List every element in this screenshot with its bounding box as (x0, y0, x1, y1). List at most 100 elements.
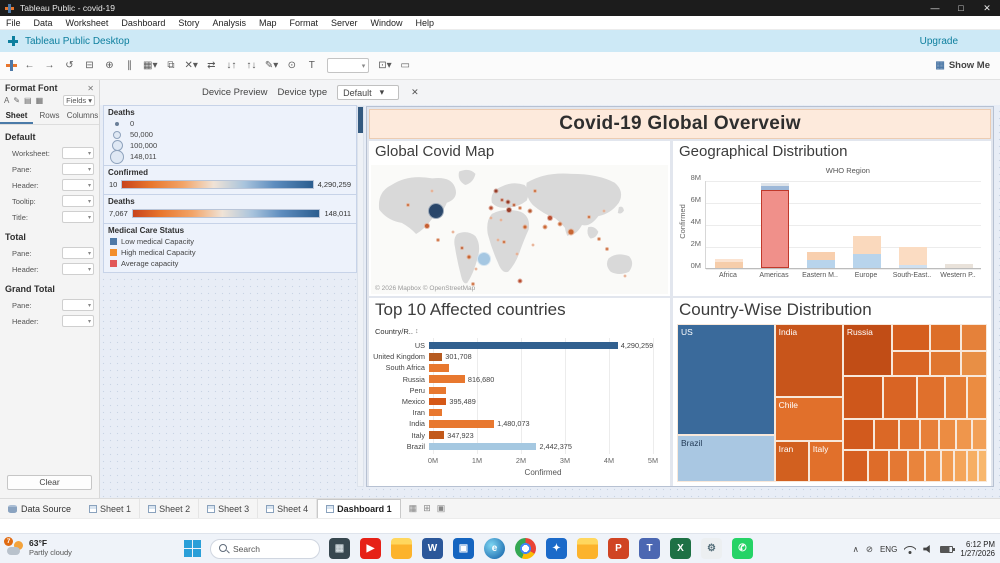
undo-icon[interactable]: ↺ (61, 57, 78, 75)
clear-sheet-icon[interactable]: ✕▾ (182, 57, 199, 75)
top10-row-united-kingdom[interactable]: United Kingdom 301,708 (369, 351, 667, 362)
menu-item-map[interactable]: Map (259, 18, 277, 28)
map-dot[interactable] (602, 209, 606, 213)
medical-legend-item[interactable]: High medical Capacity (108, 247, 352, 258)
scrollbar-thumb[interactable] (358, 107, 363, 133)
map-dot[interactable] (489, 216, 493, 220)
size-legend-item[interactable]: 50,000 (108, 129, 352, 140)
world-map[interactable]: © 2026 Mapbox © OpenStreetMap (371, 165, 668, 294)
format-row-dropdown[interactable]: ▾ (62, 263, 94, 275)
taskbar-app-maps-app[interactable]: ✦ (546, 538, 567, 559)
taskbar-app-teams[interactable]: T (639, 538, 660, 559)
geo-bar-segment[interactable] (899, 265, 927, 268)
menu-item-help[interactable]: Help (416, 18, 435, 28)
treemap-cell[interactable] (925, 450, 941, 482)
confirmed-gradient-bar[interactable] (121, 180, 314, 189)
menu-item-window[interactable]: Window (371, 18, 403, 28)
map-dot[interactable] (515, 252, 519, 256)
font-icon[interactable]: A (4, 96, 9, 105)
new-worksheet-icon[interactable]: ▦▾ (141, 57, 159, 75)
treemap-cell[interactable] (842, 376, 884, 419)
map-dot[interactable] (476, 252, 491, 267)
taskbar-app-excel[interactable]: X (670, 538, 691, 559)
tab-sheet-1[interactable]: Sheet 1 (81, 498, 141, 519)
map-dot[interactable] (557, 221, 563, 227)
map-dot[interactable] (547, 214, 554, 221)
treemap-cell[interactable] (956, 418, 972, 451)
treemap-cell[interactable] (889, 450, 908, 482)
borders-icon[interactable]: ▦ (36, 96, 44, 105)
forward-icon[interactable]: → (41, 57, 58, 75)
treemap-cell[interactable] (960, 350, 987, 377)
treemap-cell[interactable] (898, 418, 921, 451)
treemap-cell-italy[interactable]: Italy (808, 440, 843, 482)
treemap-cell[interactable] (954, 450, 967, 482)
top10-row-mexico[interactable]: Mexico 395,489 (369, 396, 667, 407)
upgrade-link[interactable]: Upgrade (920, 36, 958, 47)
top10-row-iran[interactable]: Iran (369, 407, 667, 418)
map-dot[interactable] (459, 245, 464, 250)
highlight-icon[interactable]: ✎▾ (263, 57, 280, 75)
top10-row-india[interactable]: India 1,480,073 (369, 418, 667, 429)
treemap-cell[interactable] (873, 418, 899, 451)
map-dot[interactable] (531, 243, 535, 247)
treemap-cell[interactable] (842, 418, 874, 451)
top10-row-brazil[interactable]: Brazil 2,442,375 (369, 441, 667, 452)
treemap-cell[interactable] (971, 418, 987, 451)
show-labels-icon[interactable]: T (303, 57, 320, 75)
menu-item-analysis[interactable]: Analysis (212, 18, 246, 28)
device-type-select[interactable]: Default ▾ (337, 85, 400, 100)
geo-bar-southeast[interactable] (890, 181, 936, 268)
geo-bar-africa[interactable] (706, 181, 752, 268)
menu-item-dashboard[interactable]: Dashboard (121, 18, 165, 28)
geo-bar-segment[interactable] (853, 253, 881, 268)
format-tab-sheet[interactable]: Sheet (0, 109, 33, 124)
minimize-button[interactable]: — (922, 0, 948, 16)
top10-column-header[interactable]: Country/R.. ↕ (375, 327, 418, 336)
new-dashboard-button[interactable]: ⊞ (423, 503, 431, 514)
taskbar-app-photos-app[interactable]: ▣ (453, 538, 474, 559)
treemap-cell[interactable] (966, 376, 987, 419)
map-dot[interactable] (506, 207, 513, 214)
pause-updates-icon[interactable]: ∥ (121, 57, 138, 75)
map-dot[interactable] (499, 218, 503, 222)
taskbar-app-word[interactable]: W (422, 538, 443, 559)
format-row-dropdown[interactable]: ▾ (62, 147, 94, 159)
treemap-cell-us[interactable]: US (677, 324, 775, 435)
treemap-cell[interactable] (977, 450, 987, 482)
taskbar-app-capture-app[interactable]: ▦ (329, 538, 350, 559)
treemap-cell-chile[interactable]: Chile (774, 396, 843, 441)
taskbar-app-downloads-folder[interactable] (391, 538, 412, 559)
top10-bar[interactable] (429, 442, 537, 451)
group-members-icon[interactable]: ⊙ (283, 57, 300, 75)
geo-bar-segment[interactable] (807, 251, 835, 260)
treemap-cell[interactable] (842, 450, 868, 482)
presentation-mode-icon[interactable]: ▭ (397, 57, 414, 75)
top10-bar[interactable] (429, 386, 446, 395)
map-dot[interactable] (406, 202, 411, 207)
tray-expand-icon[interactable]: ∧ (853, 544, 859, 555)
treemap-cell[interactable] (929, 350, 961, 377)
tableau-home-icon[interactable] (6, 60, 17, 71)
top10-bar[interactable] (429, 353, 443, 361)
format-row-dropdown[interactable]: ▾ (62, 299, 94, 311)
device-preview-button[interactable]: Device Preview (202, 87, 267, 98)
tab-sheet-4[interactable]: Sheet 4 (258, 498, 318, 519)
back-icon[interactable]: ← (21, 57, 38, 75)
geo-bar-americas[interactable] (752, 181, 798, 268)
taskbar-app-chrome[interactable] (515, 538, 536, 559)
map-dot[interactable] (435, 237, 440, 242)
treemap-cell[interactable] (920, 418, 939, 451)
map-dot[interactable] (532, 188, 537, 193)
menu-item-format[interactable]: Format (289, 18, 318, 28)
taskbar-app-whatsapp[interactable]: ✆ (732, 538, 753, 559)
size-legend-item[interactable]: 148,011 (108, 149, 352, 164)
treemap-cell[interactable] (960, 324, 987, 351)
map-dot[interactable] (428, 203, 445, 220)
treemap-cell[interactable] (917, 376, 946, 419)
format-tab-rows[interactable]: Rows (33, 109, 66, 124)
map-dot[interactable] (527, 208, 533, 214)
map-dot[interactable] (623, 274, 627, 278)
treemap-cell[interactable] (883, 376, 918, 419)
map-dot[interactable] (466, 254, 472, 260)
